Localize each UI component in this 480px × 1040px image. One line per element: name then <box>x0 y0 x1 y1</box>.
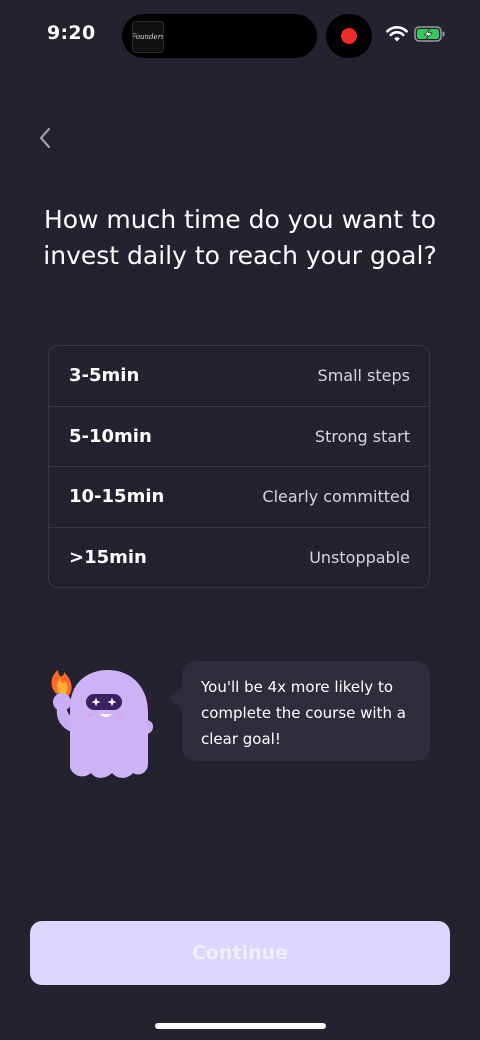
time-options-list: 3-5min Small steps 5-10min Strong start … <box>48 345 430 588</box>
tip-text: You'll be 4x more likely to complete the… <box>201 678 406 748</box>
option-label: Unstoppable <box>309 548 410 568</box>
home-indicator[interactable] <box>155 1023 326 1029</box>
question-title: How much time do you want to invest dail… <box>43 205 437 270</box>
option-time: 10-15min <box>69 486 165 508</box>
option-over-15min[interactable]: >15min Unstoppable <box>49 528 429 588</box>
speech-bubble-tail <box>169 686 183 710</box>
status-bar: 9:20 Founders <box>0 0 480 72</box>
option-time: 3-5min <box>69 365 140 387</box>
recording-indicator[interactable] <box>326 14 372 58</box>
option-5-10min[interactable]: 5-10min Strong start <box>49 407 429 467</box>
continue-button[interactable]: Continue <box>30 921 450 985</box>
status-time: 9:20 <box>47 22 96 44</box>
option-label: Clearly committed <box>262 487 410 507</box>
battery-charging-icon <box>414 26 445 42</box>
ghost-mascot-icon <box>51 670 154 778</box>
recording-dot-icon <box>341 28 357 44</box>
option-10-15min[interactable]: 10-15min Clearly committed <box>49 467 429 528</box>
dynamic-island: Founders <box>122 14 317 58</box>
option-time: >15min <box>69 547 147 569</box>
tip-speech-bubble: You'll be 4x more likely to complete the… <box>182 661 430 761</box>
island-thumbnail: Founders <box>132 21 164 53</box>
back-button[interactable] <box>30 122 60 154</box>
wifi-icon <box>386 26 408 42</box>
chevron-left-icon <box>39 127 51 149</box>
option-time: 5-10min <box>69 425 152 447</box>
option-label: Strong start <box>314 426 410 446</box>
option-3-5min[interactable]: 3-5min Small steps <box>49 346 429 407</box>
option-label: Small steps <box>317 366 410 386</box>
